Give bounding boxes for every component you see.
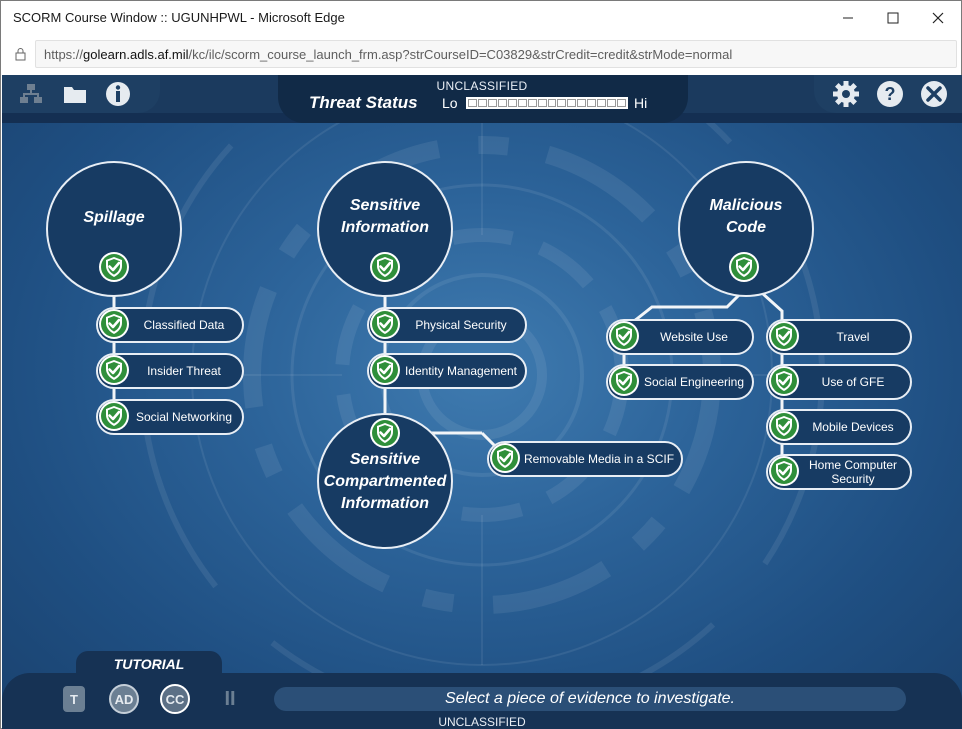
shield-check-icon: [769, 411, 799, 441]
minimize-icon: [843, 17, 853, 19]
maximize-button[interactable]: [870, 1, 916, 35]
shield-check-icon: [769, 321, 799, 351]
audio-description-button[interactable]: AD: [104, 683, 144, 715]
instruction-message: Select a piece of evidence to investigat…: [274, 687, 906, 711]
shield-check-icon: [609, 321, 639, 351]
pause-button[interactable]: II: [210, 683, 250, 715]
shield-check-icon: [609, 366, 639, 396]
category-title: Spillage: [83, 209, 145, 226]
address-bar: https://golearn.adls.af.mil/kc/ilc/scorm…: [1, 35, 961, 75]
url-path: /kc/ilc/scorm_course_launch_frm.asp?strC…: [188, 47, 733, 62]
shield-check-icon: [769, 366, 799, 396]
title-bar: SCORM Course Window :: UGUNHPWL - Micros…: [1, 1, 961, 35]
url-prefix: https://: [44, 47, 84, 62]
classification-banner-bottom: UNCLASSIFIED: [438, 715, 526, 729]
shield-check-icon: [370, 418, 400, 448]
window-title: SCORM Course Window :: UGUNHPWL - Micros…: [13, 10, 345, 25]
audio-description-icon: AD: [109, 684, 139, 714]
closed-caption-icon: CC: [160, 684, 190, 714]
shield-check-icon: [99, 355, 129, 385]
shield-check-icon: [99, 309, 129, 339]
course-stage: UNCLASSIFIED Threat Status Lo Hi ? Spill…: [2, 75, 962, 729]
minimize-button[interactable]: [825, 1, 871, 35]
shield-check-icon: [99, 401, 129, 431]
pause-icon: II: [224, 687, 236, 710]
lock-icon: [15, 48, 26, 61]
transcript-icon: T: [63, 686, 85, 712]
shield-check-icon: [370, 355, 400, 385]
transcript-button[interactable]: T: [54, 683, 94, 715]
shield-check-icon: [370, 309, 400, 339]
closed-caption-button[interactable]: CC: [155, 683, 195, 715]
window-close-button[interactable]: [915, 1, 961, 35]
shield-check-icon: [769, 456, 799, 486]
shield-check-icon: [99, 252, 129, 282]
shield-check-icon: [490, 443, 520, 473]
shield-check-icon: [729, 252, 759, 282]
browser-window: SCORM Course Window :: UGUNHPWL - Micros…: [0, 0, 962, 729]
shield-check-icon: [370, 252, 400, 282]
url-host: golearn.adls.af.mil: [83, 47, 189, 62]
url-field[interactable]: https://golearn.adls.af.mil/kc/ilc/scorm…: [35, 40, 957, 68]
maximize-icon: [887, 12, 899, 24]
close-icon: [932, 12, 944, 24]
